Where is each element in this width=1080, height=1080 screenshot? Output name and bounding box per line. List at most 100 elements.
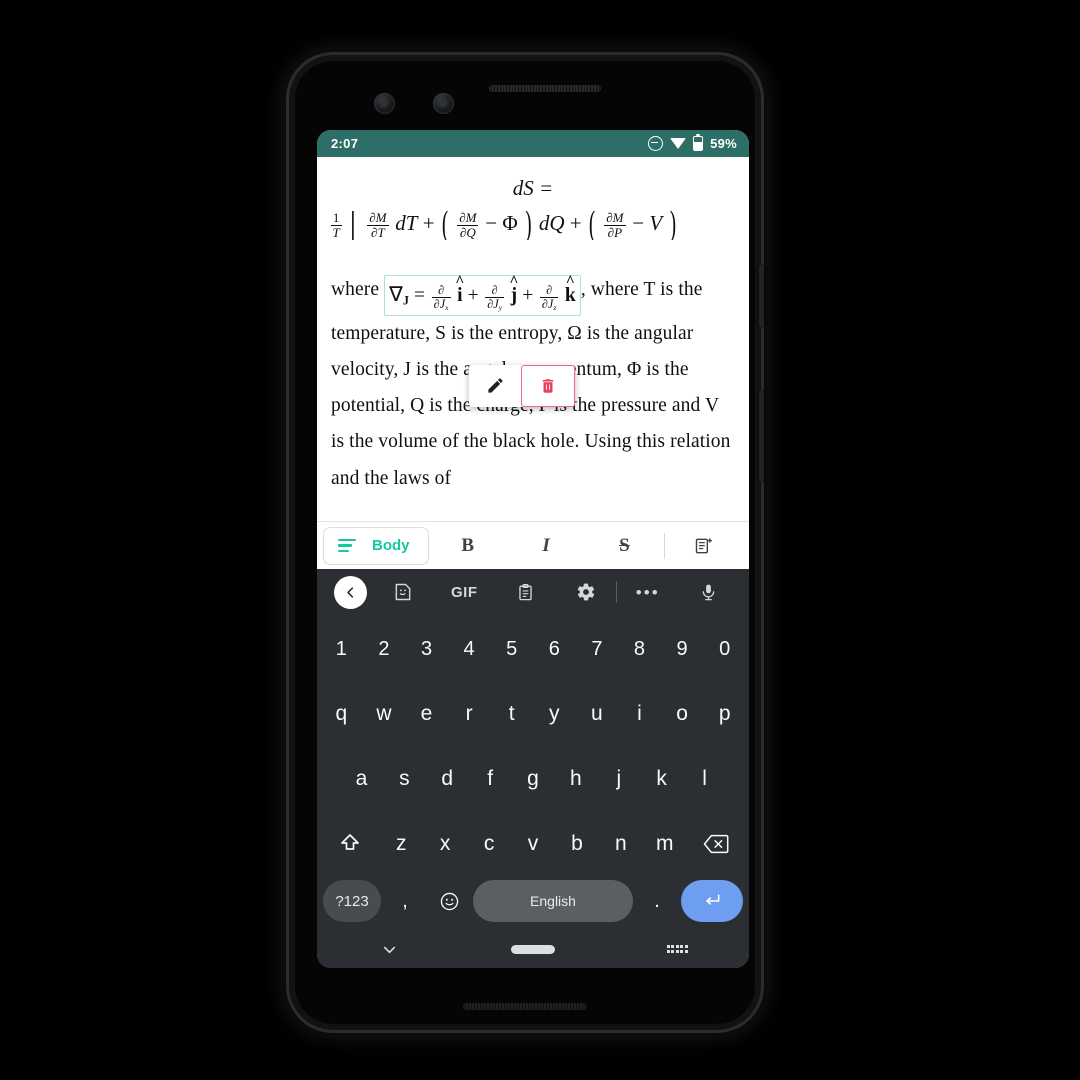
keyboard-row-numbers: 1 2 3 4 5 6 7 8 9 0 (320, 621, 746, 677)
strikethrough-button[interactable]: S (585, 535, 663, 557)
key-w[interactable]: w (363, 702, 406, 726)
keyboard-back-button[interactable] (327, 575, 373, 609)
key-b[interactable]: b (555, 832, 599, 856)
display-equation-line-2[interactable]: 1 T [ ∂M ∂T dT + ( ∂M ∂Q − Φ) dQ + (∂M… (325, 211, 741, 240)
symbols-key[interactable]: ?123 (323, 880, 381, 922)
key-4[interactable]: 4 (448, 638, 491, 661)
key-p[interactable]: p (703, 702, 746, 726)
key-2[interactable]: 2 (363, 638, 406, 661)
frac-num: ∂ (485, 283, 505, 298)
pencil-icon (487, 377, 503, 393)
right-paren-1: ) (524, 211, 532, 241)
paragraph-style-button[interactable]: Body (323, 526, 429, 565)
home-gesture-button[interactable] (461, 944, 605, 954)
key-r[interactable]: r (448, 702, 491, 726)
paragraph-text-before: where (331, 279, 380, 301)
space-key[interactable]: English (473, 880, 633, 922)
voice-input-button[interactable] (678, 583, 739, 602)
keyboard-key-rows: 1 2 3 4 5 6 7 8 9 0 q w e r t y u i o p … (317, 615, 749, 876)
operator-plus-1: + (422, 211, 435, 236)
comma-key[interactable]: , (385, 890, 425, 913)
key-0[interactable]: 0 (703, 638, 746, 661)
frac-den: ∂Q (459, 225, 476, 241)
microphone-icon (702, 584, 715, 600)
switch-keyboard-button[interactable] (605, 945, 749, 953)
emoji-key[interactable] (429, 891, 469, 912)
insert-block-button[interactable] (665, 536, 743, 556)
shift-key[interactable] (320, 832, 379, 856)
key-n[interactable]: n (599, 832, 643, 856)
key-d[interactable]: d (426, 767, 469, 791)
key-1[interactable]: 1 (320, 638, 363, 661)
key-x[interactable]: x (423, 832, 467, 856)
sticker-button[interactable] (373, 582, 434, 602)
gif-button[interactable]: GIF (434, 584, 495, 601)
partial-over-partial-jx: ∂ ∂Jx (431, 283, 451, 313)
key-v[interactable]: v (511, 832, 555, 856)
volume-button[interactable] (759, 390, 764, 482)
left-bracket: [ (350, 211, 358, 241)
key-k[interactable]: k (640, 767, 683, 791)
key-8[interactable]: 8 (618, 638, 661, 661)
key-e[interactable]: e (405, 702, 448, 726)
key-h[interactable]: h (554, 767, 597, 791)
left-paren-1: ( (441, 211, 449, 241)
key-o[interactable]: o (661, 702, 704, 726)
keyboard-row-home: a s d f g h j k l (320, 751, 746, 807)
key-l[interactable]: l (683, 767, 726, 791)
frac-den-base: ∂J (487, 296, 499, 311)
software-keyboard: GIF ••• 1 2 3 4 5 6 7 8 9 0 q w e r t y … (317, 569, 749, 968)
operator-minus-1: − (485, 211, 498, 236)
differential-dq: dQ (538, 211, 565, 236)
key-3[interactable]: 3 (405, 638, 448, 661)
key-i[interactable]: i (618, 702, 661, 726)
screenshot-canvas: 2:07 59% dS = 1 T [∂M ∂T dT + (∂M ∂Q −… (0, 0, 1080, 1080)
key-6[interactable]: 6 (533, 638, 576, 661)
key-5[interactable]: 5 (490, 638, 533, 661)
frac-den: T (332, 225, 340, 241)
document-editor[interactable]: dS = 1 T [ ∂M ∂T dT + (∂M ∂Q − Φ) dQ +… (317, 157, 749, 521)
front-camera-icon (374, 93, 395, 114)
hide-keyboard-button[interactable] (317, 940, 461, 959)
enter-icon (706, 894, 720, 905)
edit-equation-button[interactable] (469, 365, 521, 405)
key-y[interactable]: y (533, 702, 576, 726)
fraction-one-over-t: 1 T (330, 211, 342, 241)
key-q[interactable]: q (320, 702, 363, 726)
key-a[interactable]: a (340, 767, 383, 791)
key-c[interactable]: c (467, 832, 511, 856)
clipboard-button[interactable] (495, 583, 556, 602)
power-button[interactable] (759, 265, 764, 327)
delete-equation-button[interactable] (521, 365, 575, 407)
differential-dt: dT (395, 211, 418, 236)
equation-action-popup[interactable] (469, 365, 575, 407)
home-pill-icon (511, 944, 555, 954)
status-indicators: 59% (648, 134, 737, 151)
key-j[interactable]: j (597, 767, 640, 791)
display-equation-line-1[interactable]: dS = (325, 176, 741, 200)
partial-m-partial-q: ∂M ∂Q (457, 211, 479, 241)
bold-button[interactable]: B (429, 535, 507, 557)
paragraph-lines-icon (338, 538, 356, 553)
keyboard-settings-button[interactable] (555, 582, 616, 602)
frac-num: ∂ (431, 283, 451, 298)
key-s[interactable]: s (383, 767, 426, 791)
key-f[interactable]: f (469, 767, 512, 791)
key-z[interactable]: z (379, 832, 423, 856)
emoji-icon (440, 892, 458, 910)
key-9[interactable]: 9 (661, 638, 704, 661)
status-bar: 2:07 59% (317, 130, 749, 157)
key-u[interactable]: u (576, 702, 619, 726)
key-7[interactable]: 7 (576, 638, 619, 661)
frac-den-sub: x (445, 303, 449, 313)
frac-den-sub: y (498, 303, 503, 313)
keyboard-more-button[interactable]: ••• (617, 584, 678, 601)
period-key[interactable]: . (637, 890, 677, 913)
italic-button[interactable]: I (507, 535, 585, 557)
key-m[interactable]: m (643, 832, 687, 856)
enter-key[interactable] (681, 880, 743, 922)
backspace-key[interactable] (687, 833, 746, 855)
inline-equation-selected[interactable]: ∇J = ∂ ∂Jx i + ∂ ∂Jy (384, 275, 581, 316)
key-g[interactable]: g (512, 767, 555, 791)
key-t[interactable]: t (490, 702, 533, 726)
